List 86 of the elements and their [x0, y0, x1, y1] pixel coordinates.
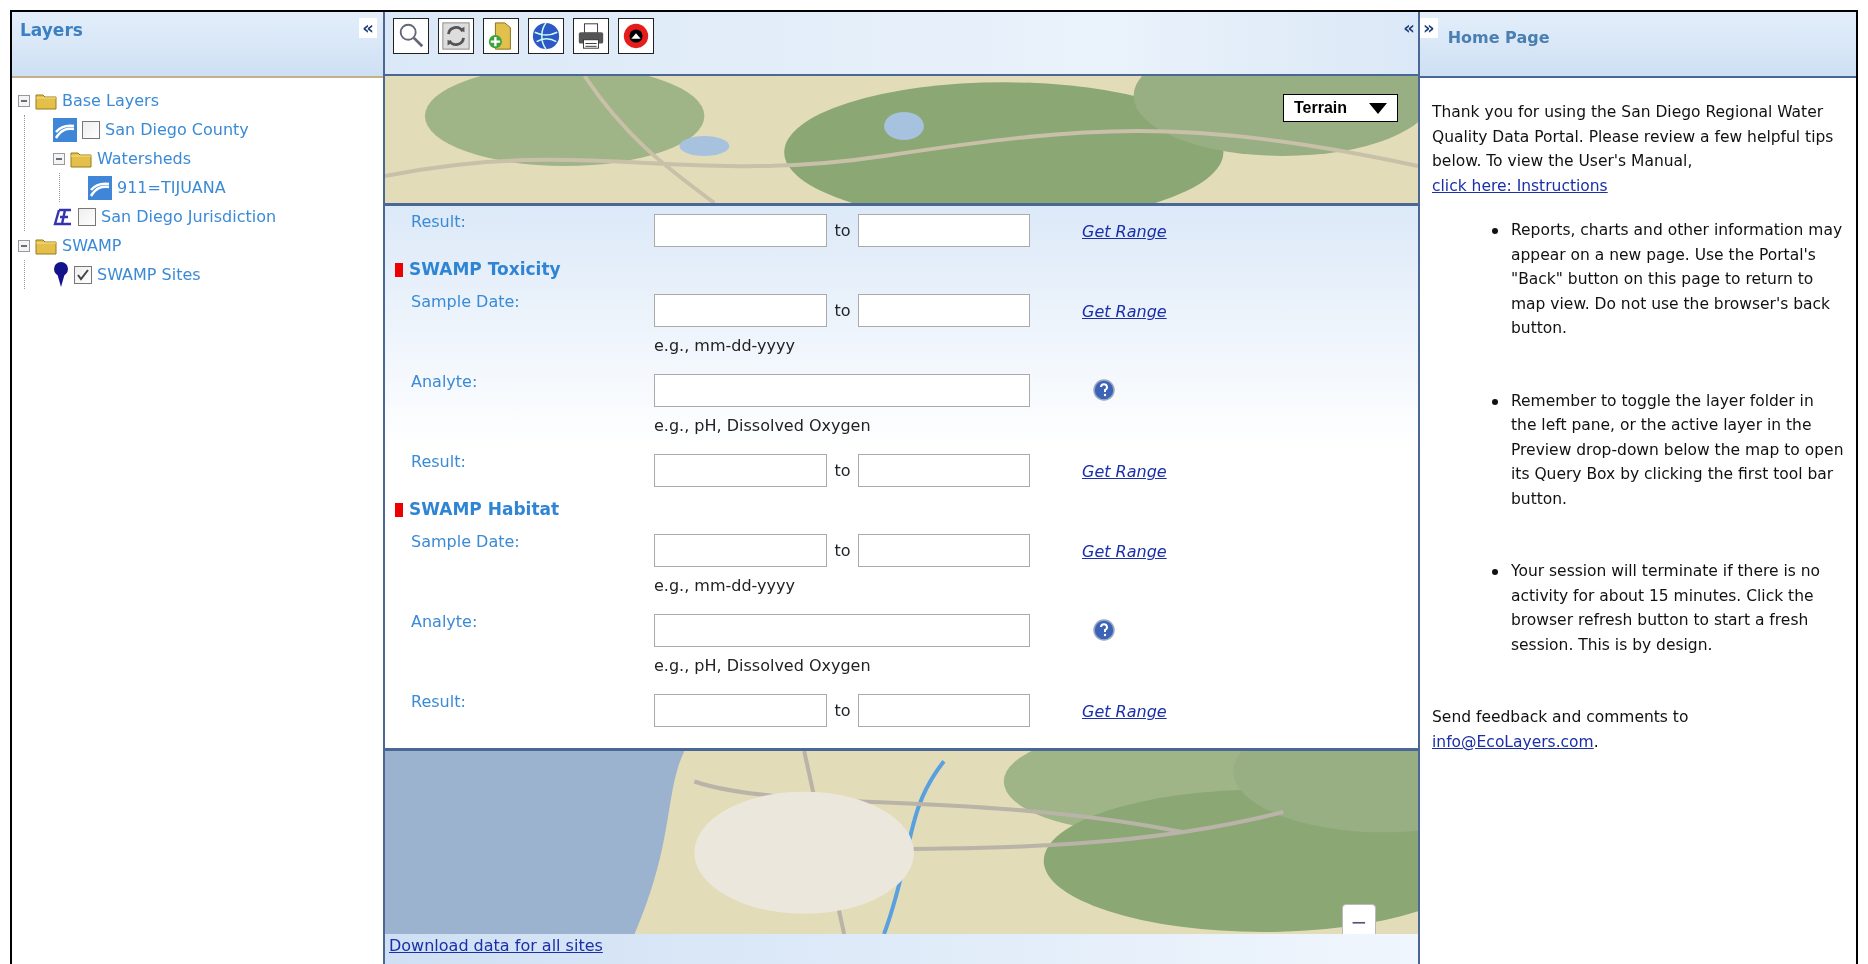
checkbox[interactable]	[78, 207, 96, 226]
input-field[interactable]	[858, 534, 1030, 567]
input-field[interactable]	[654, 614, 1030, 647]
add-layer-button[interactable]	[483, 18, 519, 54]
field-label: Result:	[411, 691, 467, 713]
folder-label[interactable]: Base Layers	[62, 88, 159, 113]
get-range-link[interactable]: Get Range	[1082, 454, 1418, 484]
field-label: Analyte:	[411, 371, 479, 393]
input-field[interactable]	[654, 294, 827, 327]
field-label: Analyte:	[411, 611, 479, 633]
field-label: Result:	[411, 451, 467, 473]
intro-paragraph: Thank you for using the San Diego Regional Water Quality Data Portal. Please review a few helpful tips below. To view the User's Manual, click here: Instructions	[1432, 102, 1835, 197]
section-marker	[395, 263, 403, 277]
collapse-icon[interactable]	[53, 152, 65, 165]
printer-icon	[576, 21, 606, 51]
instructions-link[interactable]: click here: Instructions	[1432, 176, 1608, 195]
hint-text: e.g., mm-dd-yyyy	[654, 336, 795, 355]
line-layer-icon	[53, 207, 73, 226]
globe-icon	[531, 21, 561, 51]
pin-icon	[53, 261, 69, 288]
search-button[interactable]	[393, 18, 429, 54]
hint-text: e.g., pH, Dissolved Oxygen	[654, 656, 871, 675]
input-field[interactable]	[858, 694, 1030, 727]
expand-button[interactable]: »	[1420, 18, 1438, 38]
range-joiner: to	[833, 220, 852, 242]
input-field[interactable]	[654, 374, 1030, 407]
layer-label[interactable]: San Diego Jurisdiction	[101, 204, 277, 229]
panel-title: Home Page	[1447, 27, 1550, 49]
tip-text: Your session will terminate if there is no activity for about 15 minutes. Click the browser refresh button to start a fresh session. This is by design.	[1511, 561, 1822, 656]
folder-icon	[70, 149, 92, 168]
collapse-button[interactable]: «	[359, 18, 377, 38]
caret-icon	[1369, 102, 1387, 114]
folder-label[interactable]: SWAMP	[62, 233, 122, 258]
section-title: SWAMP Toxicity	[409, 258, 561, 282]
get-range-link[interactable]: Get Range	[1082, 214, 1418, 244]
section-title: SWAMP Habitat	[409, 498, 560, 522]
bullet-icon	[1492, 569, 1498, 575]
input-field[interactable]	[858, 214, 1030, 247]
collapse-button[interactable]: «	[1400, 18, 1418, 38]
get-range-link[interactable]: Get Range	[1082, 694, 1418, 724]
layer-label[interactable]: 911=TIJUANA	[117, 175, 226, 200]
input-field[interactable]	[654, 214, 827, 247]
field-label: Sample Date:	[411, 291, 521, 313]
email-link[interactable]: info@EcoLayers.com	[1432, 732, 1594, 751]
collapse-icon[interactable]	[18, 94, 30, 107]
bullet-icon	[1492, 228, 1498, 234]
map-type-dropdown[interactable]: Terrain	[1282, 94, 1398, 122]
section-marker	[395, 503, 403, 517]
panel-title: Layers	[20, 19, 83, 42]
folder-icon	[35, 236, 57, 255]
hint-text: e.g., pH, Dissolved Oxygen	[654, 416, 871, 435]
print-button[interactable]	[573, 18, 609, 54]
layer-label[interactable]: San Diego County	[105, 117, 249, 142]
input-field[interactable]	[858, 454, 1030, 487]
folder-label[interactable]: Watersheds	[97, 146, 192, 171]
input-field[interactable]	[654, 534, 827, 567]
checkbox[interactable]	[82, 120, 100, 139]
input-field[interactable]	[654, 694, 827, 727]
zoom-out-button[interactable]: −	[1342, 904, 1376, 934]
help-icon[interactable]	[1092, 378, 1116, 402]
field-label: Sample Date:	[411, 531, 521, 553]
globe-button[interactable]	[528, 18, 564, 54]
download-link[interactable]: Download data for all sites	[389, 936, 603, 955]
tip-text: Reports, charts and other information may appear on a new page. Use the Portal's "Back" button on this page to return to map view. Do not use the browser's back button.	[1511, 220, 1844, 339]
get-range-link[interactable]: Get Range	[1082, 294, 1418, 324]
range-joiner: to	[833, 700, 852, 722]
range-joiner: to	[833, 540, 852, 562]
layer-label[interactable]: SWAMP Sites	[97, 262, 201, 287]
refresh-icon	[441, 21, 471, 51]
layer-icon	[53, 117, 77, 142]
input-field[interactable]	[654, 454, 827, 487]
layer-icon	[88, 175, 112, 200]
get-range-link[interactable]: Get Range	[1082, 534, 1418, 564]
bullet-icon	[1492, 398, 1498, 405]
range-joiner: to	[833, 300, 852, 322]
tip-text: Remember to toggle the layer folder in the left pane, or the active layer in the Preview drop-down below the map to open its Query Box by clicking the first tool bar button.	[1511, 390, 1844, 510]
feedback-text: Send feedback and comments to info@EcoLayers.com.	[1432, 707, 1690, 753]
range-joiner: to	[833, 460, 852, 482]
help-icon[interactable]	[1092, 618, 1116, 642]
hint-text: e.g., mm-dd-yyyy	[654, 576, 795, 595]
refresh-button[interactable]	[438, 18, 474, 54]
input-field[interactable]	[858, 294, 1030, 327]
folder-icon	[35, 91, 57, 110]
checkbox[interactable]	[74, 265, 92, 284]
collapse-icon[interactable]	[18, 239, 30, 252]
field-label: Result:	[411, 211, 467, 233]
